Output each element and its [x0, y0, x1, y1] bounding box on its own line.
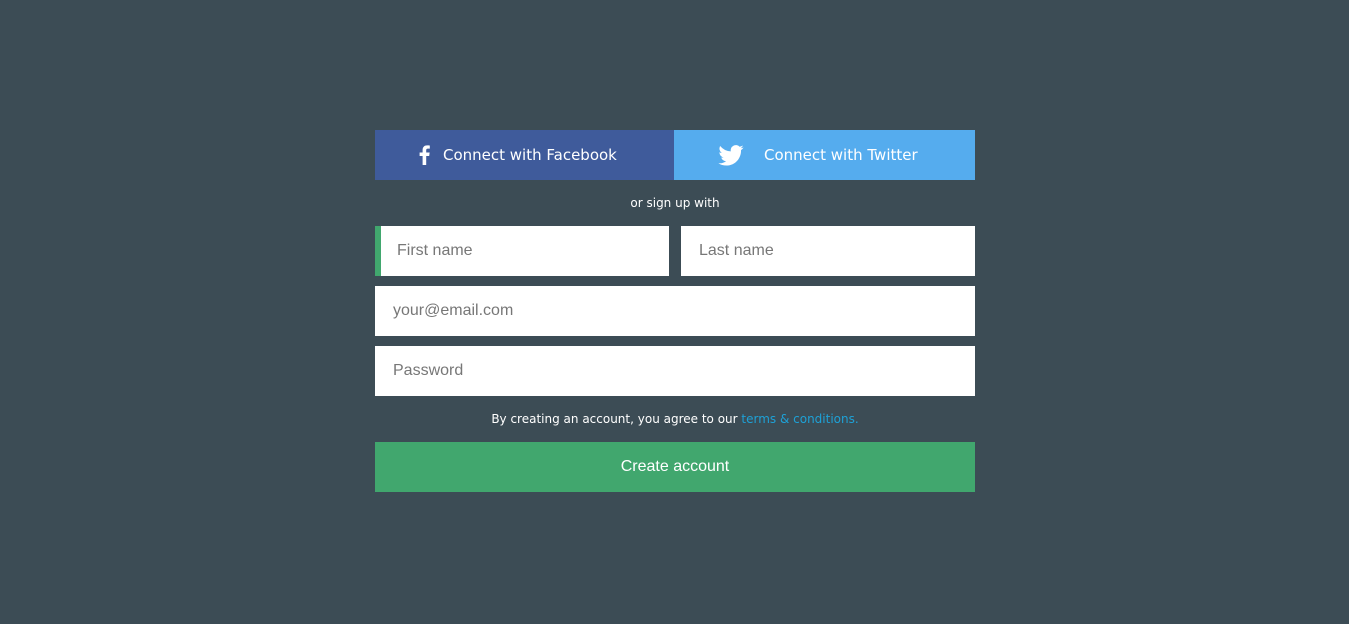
- name-row: [375, 226, 975, 276]
- create-account-button[interactable]: Create account: [375, 442, 975, 492]
- terms-link[interactable]: terms & conditions.: [741, 412, 858, 426]
- terms-notice: By creating an account, you agree to our…: [375, 412, 975, 427]
- first-name-input[interactable]: [375, 226, 669, 276]
- password-input[interactable]: [375, 346, 975, 396]
- terms-text: By creating an account, you agree to our: [491, 412, 742, 426]
- last-name-input[interactable]: [681, 226, 975, 276]
- twitter-icon: [718, 144, 744, 166]
- connect-twitter-button[interactable]: Connect with Twitter: [674, 130, 975, 180]
- connect-facebook-button[interactable]: Connect with Facebook: [375, 130, 674, 180]
- facebook-button-label: Connect with Facebook: [443, 146, 617, 164]
- email-input[interactable]: [375, 286, 975, 336]
- signup-form: Connect with Facebook Connect with Twitt…: [375, 130, 975, 492]
- facebook-icon: [417, 145, 431, 165]
- social-login-row: Connect with Facebook Connect with Twitt…: [375, 130, 975, 180]
- twitter-button-label: Connect with Twitter: [764, 146, 918, 164]
- divider-text: or sign up with: [630, 196, 720, 210]
